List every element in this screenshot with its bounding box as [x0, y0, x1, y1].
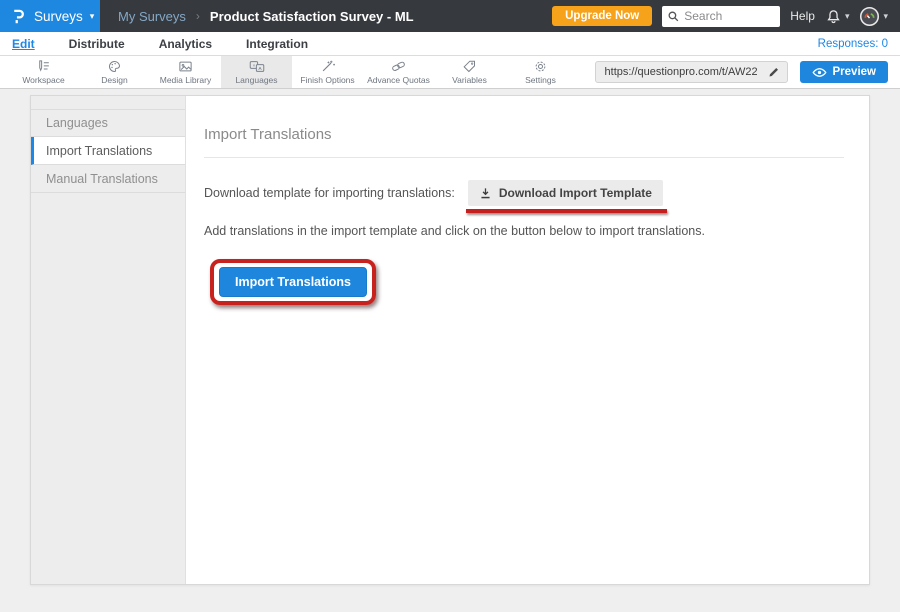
- sidebar-item-import-translations[interactable]: Import Translations: [31, 137, 185, 165]
- eye-icon: [812, 67, 827, 78]
- tab-integration[interactable]: Integration: [246, 37, 308, 51]
- breadcrumb-my-surveys[interactable]: My Surveys: [118, 9, 186, 24]
- svg-text:×: ×: [252, 63, 255, 69]
- top-navigation-bar: Surveys ▾ My Surveys › Product Satisfact…: [0, 0, 900, 32]
- account-menu[interactable]: ▾: [859, 6, 888, 27]
- chevron-down-icon: ▾: [90, 12, 95, 21]
- pencil-icon: [768, 66, 780, 78]
- languages-sidebar: Languages Import Translations Manual Tra…: [31, 96, 186, 584]
- topbar-actions: Upgrade Now Help ▾ ▾: [552, 6, 900, 27]
- annotation-red-underline: [466, 209, 667, 213]
- chain-links-icon: [391, 59, 406, 74]
- languages-panel: Languages Import Translations Manual Tra…: [30, 95, 870, 585]
- tab-edit[interactable]: Edit: [12, 37, 35, 51]
- search-icon: [667, 10, 680, 23]
- toolbar-item-finish-options[interactable]: Finish Options: [292, 56, 363, 88]
- bell-icon: [825, 8, 842, 25]
- workspace-icon: [36, 59, 51, 74]
- toolbar-item-workspace[interactable]: Workspace: [8, 56, 79, 88]
- tag-icon: [462, 59, 477, 74]
- responses-count[interactable]: Responses: 0: [818, 38, 888, 50]
- toolbar-right-group: Preview: [595, 56, 894, 88]
- toolbar-item-design[interactable]: Design: [79, 56, 150, 88]
- svg-text:A: A: [258, 66, 262, 72]
- sidebar-item-manual-translations[interactable]: Manual Translations: [31, 165, 185, 193]
- tab-analytics[interactable]: Analytics: [159, 37, 212, 51]
- chevron-down-icon: ▾: [883, 12, 888, 21]
- help-link[interactable]: Help: [790, 9, 815, 23]
- toolbar-item-advance-quotas[interactable]: Advance Quotas: [363, 56, 434, 88]
- palette-icon: [107, 59, 122, 74]
- download-template-row: Download template for importing translat…: [204, 180, 844, 206]
- breadcrumb-separator: ›: [196, 9, 200, 23]
- download-icon: [479, 187, 492, 200]
- survey-url-group: [595, 61, 788, 83]
- avatar-gauge-icon: [859, 6, 880, 27]
- notifications-menu[interactable]: ▾: [825, 8, 850, 25]
- instructions-text: Add translations in the import template …: [204, 224, 844, 238]
- tab-distribute[interactable]: Distribute: [69, 37, 125, 51]
- page-body: Languages Import Translations Manual Tra…: [0, 89, 900, 585]
- upgrade-now-button[interactable]: Upgrade Now: [552, 6, 652, 26]
- breadcrumb: My Surveys › Product Satisfaction Survey…: [118, 9, 552, 24]
- questionpro-logo-icon: [10, 7, 27, 26]
- download-import-template-button[interactable]: Download Import Template: [468, 180, 663, 206]
- edit-url-button[interactable]: [761, 62, 787, 82]
- toolbar-item-variables[interactable]: Variables: [434, 56, 505, 88]
- annotation-red-circle: Import Translations: [210, 259, 376, 305]
- gear-icon: [533, 59, 548, 74]
- product-switcher[interactable]: Surveys ▾: [0, 0, 100, 32]
- sidebar-item-languages[interactable]: Languages: [31, 109, 185, 137]
- page-title: Import Translations: [204, 126, 844, 143]
- search-box: [662, 6, 780, 27]
- chevron-down-icon: ▾: [845, 12, 850, 21]
- survey-url-input[interactable]: [596, 66, 761, 78]
- import-translations-button[interactable]: Import Translations: [219, 267, 367, 297]
- toolbar-item-languages[interactable]: × A Languages: [221, 56, 292, 88]
- toolbar-item-settings[interactable]: Settings: [505, 56, 576, 88]
- download-prompt-label: Download template for importing translat…: [204, 186, 455, 200]
- title-divider: [204, 157, 844, 158]
- edit-toolbar: Workspace Design Media Library × A Langu…: [0, 56, 900, 89]
- preview-button[interactable]: Preview: [800, 61, 888, 83]
- translate-icon: × A: [249, 59, 265, 74]
- toolbar-item-media-library[interactable]: Media Library: [150, 56, 221, 88]
- import-translations-content: Import Translations Download template fo…: [186, 96, 869, 584]
- magic-wand-icon: [320, 59, 335, 74]
- download-button-wrapper: Download Import Template: [468, 180, 663, 206]
- product-name: Surveys: [34, 9, 83, 24]
- survey-section-tabs: Edit Distribute Analytics Integration Re…: [0, 32, 900, 56]
- survey-title: Product Satisfaction Survey - ML: [210, 9, 414, 24]
- image-icon: [178, 59, 193, 74]
